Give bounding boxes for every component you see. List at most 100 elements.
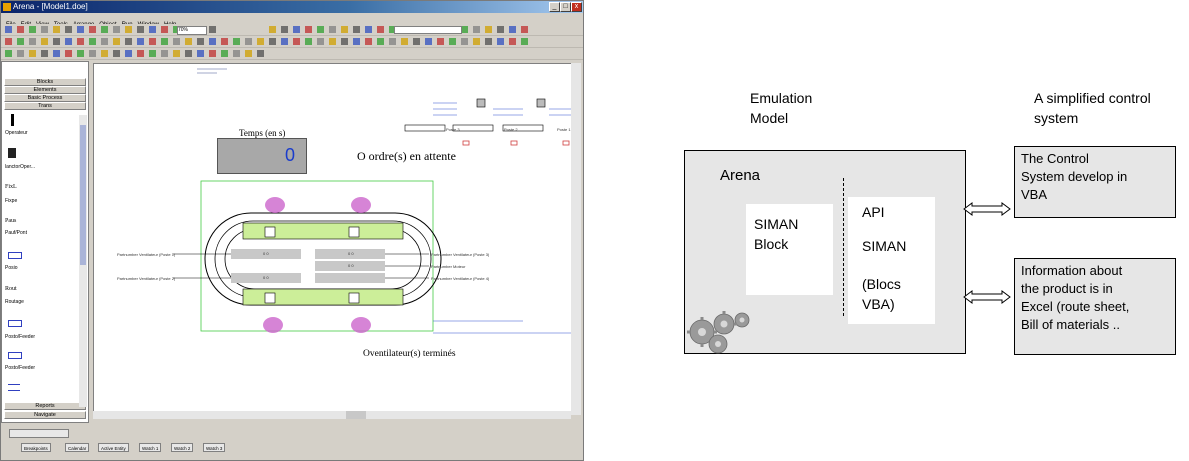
toolbar-button[interactable] [89,50,96,57]
canvas-scroll-thumb[interactable] [346,411,366,419]
toolbar-button[interactable] [197,38,204,45]
debug-toolbar[interactable] [9,429,69,438]
toolbar-button[interactable] [17,50,24,57]
category-trans[interactable]: Trans [4,102,86,110]
toolbar-button[interactable] [401,38,408,45]
toolbar-button[interactable] [77,50,84,57]
toolbar-button[interactable] [221,50,228,57]
canvas-vertical-scrollbar[interactable] [571,63,581,415]
toolbar-button[interactable] [29,38,36,45]
toolbar-button[interactable] [281,38,288,45]
module-posio[interactable]: Posio [5,265,77,271]
module-routage[interactable]: Routage [5,299,77,305]
toolbar-button[interactable] [185,38,192,45]
toolbar-button[interactable] [137,50,144,57]
toolbar-button[interactable] [113,26,120,33]
speed-slider[interactable] [394,26,462,34]
minimize-button[interactable]: _ [549,2,560,12]
toolbar-button[interactable] [377,26,384,33]
toolbar-button[interactable] [65,38,72,45]
category-navigate[interactable]: Navigate [4,411,86,419]
toolbar-button[interactable] [149,50,156,57]
toolbar-button[interactable] [5,26,12,33]
toolbar-button[interactable] [161,38,168,45]
toolbar-button[interactable] [353,26,360,33]
toolbar-button[interactable] [77,26,84,33]
tab-calendar[interactable]: Calendar [65,443,90,452]
toolbar-button[interactable] [17,26,24,33]
module-pauf-pont[interactable]: Pauf/Pont [5,230,77,236]
category-elements[interactable]: Elements [4,86,86,94]
toolbar-button[interactable] [233,38,240,45]
toolbar-button[interactable] [89,26,96,33]
toolbar-button[interactable] [281,26,288,33]
toolbar-button[interactable] [41,38,48,45]
toolbar-button[interactable] [185,50,192,57]
category-basic-process[interactable]: Basic Process [4,94,86,102]
toolbar-button[interactable] [305,38,312,45]
toolbar-button[interactable] [101,50,108,57]
toolbar-button[interactable] [341,38,348,45]
toolbar-button[interactable] [209,50,216,57]
toolbar-button[interactable] [113,50,120,57]
toolbar-button[interactable] [257,50,264,57]
tab-active-entity[interactable]: Active Entity [98,443,129,452]
toolbar-button[interactable] [269,26,276,33]
toolbar-button[interactable] [365,26,372,33]
toolbar-button[interactable] [233,50,240,57]
toolbar-button[interactable] [41,26,48,33]
project-bar-scroll-thumb[interactable] [80,125,86,265]
tab-breakpoints[interactable]: Breakpoints [21,443,51,452]
close-button[interactable]: x [571,2,582,12]
toolbar-button[interactable] [485,26,492,33]
toolbar-button[interactable] [29,26,36,33]
toolbar-button[interactable] [473,26,480,33]
toolbar-button[interactable] [173,50,180,57]
toolbar-button[interactable] [497,38,504,45]
maximize-button[interactable]: □ [560,2,571,12]
toolbar-button[interactable] [77,38,84,45]
toolbar-button[interactable] [329,38,336,45]
module-operateur[interactable]: Operateur [5,130,77,136]
toolbar-button[interactable] [353,38,360,45]
toolbar-button[interactable] [149,26,156,33]
toolbar-button[interactable] [137,26,144,33]
toolbar-button[interactable] [509,38,516,45]
toolbar-button[interactable] [113,38,120,45]
toolbar-button[interactable] [245,50,252,57]
category-blocks[interactable]: Blocks [4,78,86,86]
zoom-select[interactable]: 70% [177,26,207,35]
toolbar-button[interactable] [125,50,132,57]
tab-watch-3[interactable]: Watch 3 [203,443,226,452]
toolbar-button[interactable] [65,26,72,33]
toolbar-button[interactable] [17,38,24,45]
toolbar-button[interactable] [5,38,12,45]
module-posto-feeder-2[interactable]: Posto/Feeder [5,365,77,371]
toolbar-button[interactable] [89,38,96,45]
toolbar-button[interactable] [197,50,204,57]
toolbar-button[interactable] [101,26,108,33]
toolbar-button[interactable] [449,38,456,45]
toolbar-button[interactable] [101,38,108,45]
toolbar-button[interactable] [137,38,144,45]
toolbar-button[interactable] [473,38,480,45]
toolbar-button[interactable] [161,26,168,33]
toolbar-button[interactable] [485,38,492,45]
category-reports[interactable]: Reports [4,402,86,410]
toolbar-button[interactable] [497,26,504,33]
toolbar-button[interactable] [41,50,48,57]
toolbar-button[interactable] [341,26,348,33]
toolbar-button[interactable] [5,50,12,57]
module-fixpe[interactable]: Fixpe [5,198,77,204]
toolbar-button[interactable] [509,26,516,33]
toolbar-button[interactable] [365,38,372,45]
toolbar-button[interactable] [125,26,132,33]
toolbar-button[interactable] [293,26,300,33]
tab-watch-1[interactable]: Watch 1 [139,443,162,452]
toolbar-button[interactable] [437,38,444,45]
module-lanctor[interactable]: lanctorOper... [5,164,77,170]
toolbar-button[interactable] [269,38,276,45]
toolbar-button[interactable] [461,38,468,45]
toolbar-button[interactable] [161,50,168,57]
toolbar-button[interactable] [521,38,528,45]
